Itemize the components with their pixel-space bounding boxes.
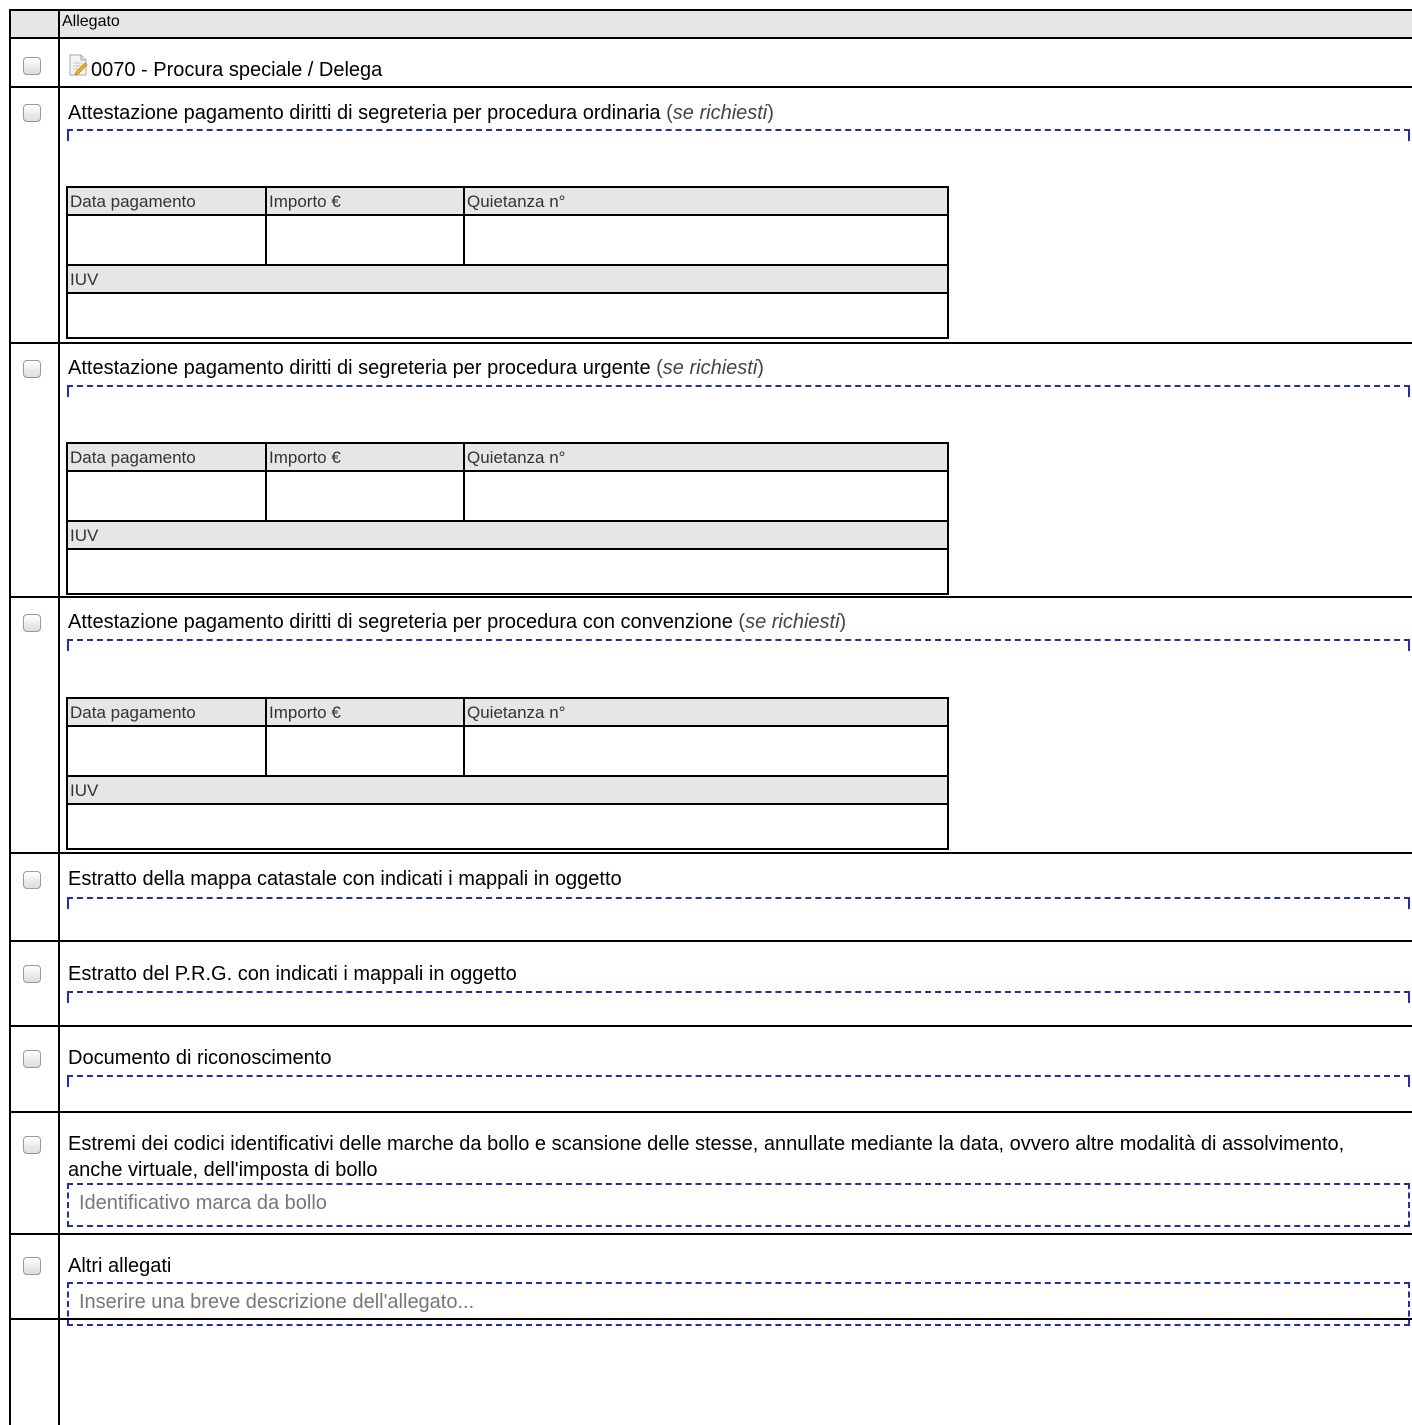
attachment-label: Estremi dei codici identificativi delle … xyxy=(68,1133,1345,1181)
attachment-checkbox[interactable] xyxy=(23,1257,41,1275)
row-divider xyxy=(9,940,1412,942)
payment-date-header: Data pagamento xyxy=(70,448,196,467)
attachment-checkbox[interactable] xyxy=(23,965,41,983)
payment-amount-input[interactable] xyxy=(267,216,463,265)
attachment-label: Attestazione pagamento diritti di segret… xyxy=(68,611,847,633)
payment-table: Data pagamento Importo € Quietanza n° IU… xyxy=(66,697,949,850)
attachment-label: 0070 - Procura speciale / Delega xyxy=(91,59,383,81)
payment-date-input[interactable] xyxy=(68,727,265,776)
payment-amount-input[interactable] xyxy=(267,472,463,521)
payment-receipt-input[interactable] xyxy=(465,216,947,265)
attachment-checkbox[interactable] xyxy=(23,360,41,378)
payment-receipt-input[interactable] xyxy=(465,727,947,776)
marca-bollo-input[interactable]: Identificativo marca da bollo xyxy=(67,1183,1410,1227)
iuv-header-row xyxy=(68,522,947,550)
payment-date-header: Data pagamento xyxy=(70,192,196,211)
payment-date-input[interactable] xyxy=(68,216,265,265)
table-left-border xyxy=(9,10,11,1425)
iuv-header: IUV xyxy=(70,270,99,289)
row-divider xyxy=(9,852,1412,854)
payment-amount-input[interactable] xyxy=(267,727,463,776)
column-header-allegato: Allegato xyxy=(62,13,120,30)
upload-dropzone[interactable] xyxy=(67,1075,1410,1087)
payment-receipt-input[interactable] xyxy=(465,472,947,521)
row-divider xyxy=(9,37,1412,39)
iuv-header-row xyxy=(68,777,947,805)
payment-date-input[interactable] xyxy=(68,472,265,521)
row-divider xyxy=(9,1233,1412,1235)
payment-table: Data pagamento Importo € Quietanza n° IU… xyxy=(66,442,949,595)
iuv-header: IUV xyxy=(70,526,99,545)
row-divider xyxy=(9,596,1412,598)
table-top-border xyxy=(9,9,1412,11)
payment-receipt-header: Quietanza n° xyxy=(467,192,566,211)
row-divider xyxy=(9,342,1412,344)
attachment-description-input[interactable]: Inserire una breve descrizione dell'alle… xyxy=(67,1282,1410,1326)
table-header xyxy=(10,10,1412,38)
upload-dropzone[interactable] xyxy=(67,639,1410,651)
payment-receipt-header: Quietanza n° xyxy=(467,448,566,467)
iuv-input[interactable] xyxy=(68,550,947,593)
column-divider xyxy=(58,10,60,1425)
attachment-label: Estratto del P.R.G. con indicati i mappa… xyxy=(68,963,517,985)
payment-amount-header: Importo € xyxy=(269,703,341,722)
iuv-header: IUV xyxy=(70,781,99,800)
payment-amount-header: Importo € xyxy=(269,192,341,211)
input-placeholder: Identificativo marca da bollo xyxy=(79,1192,327,1214)
iuv-header-row xyxy=(68,266,947,294)
attachment-label: Estratto della mappa catastale con indic… xyxy=(68,868,622,890)
attachments-table: Allegato 0070 - Procura speciale / Deleg… xyxy=(0,0,1412,1425)
payment-table: Data pagamento Importo € Quietanza n° IU… xyxy=(66,186,949,339)
iuv-input[interactable] xyxy=(68,805,947,848)
attachment-checkbox[interactable] xyxy=(23,614,41,632)
payment-receipt-header: Quietanza n° xyxy=(467,703,566,722)
attachment-label: Attestazione pagamento diritti di segret… xyxy=(68,357,764,379)
upload-dropzone[interactable] xyxy=(67,897,1410,909)
row-divider xyxy=(9,1025,1412,1027)
attachment-checkbox[interactable] xyxy=(23,1050,41,1068)
row-divider xyxy=(9,1111,1412,1113)
input-placeholder: Inserire una breve descrizione dell'alle… xyxy=(79,1291,475,1313)
attachment-checkbox[interactable] xyxy=(23,1136,41,1154)
attachment-label: Attestazione pagamento diritti di segret… xyxy=(68,102,774,124)
document-edit-icon xyxy=(69,54,88,76)
row-divider xyxy=(9,86,1412,88)
attachment-label: Documento di riconoscimento xyxy=(68,1047,332,1069)
payment-amount-header: Importo € xyxy=(269,448,341,467)
attachment-checkbox[interactable] xyxy=(23,57,41,75)
attachment-checkbox[interactable] xyxy=(23,871,41,889)
upload-dropzone[interactable] xyxy=(67,129,1410,141)
attachment-checkbox[interactable] xyxy=(23,104,41,122)
attachment-label: Altri allegati xyxy=(68,1255,172,1277)
upload-dropzone[interactable] xyxy=(67,385,1410,397)
iuv-input[interactable] xyxy=(68,294,947,337)
upload-dropzone[interactable] xyxy=(67,991,1410,1003)
payment-date-header: Data pagamento xyxy=(70,703,196,722)
